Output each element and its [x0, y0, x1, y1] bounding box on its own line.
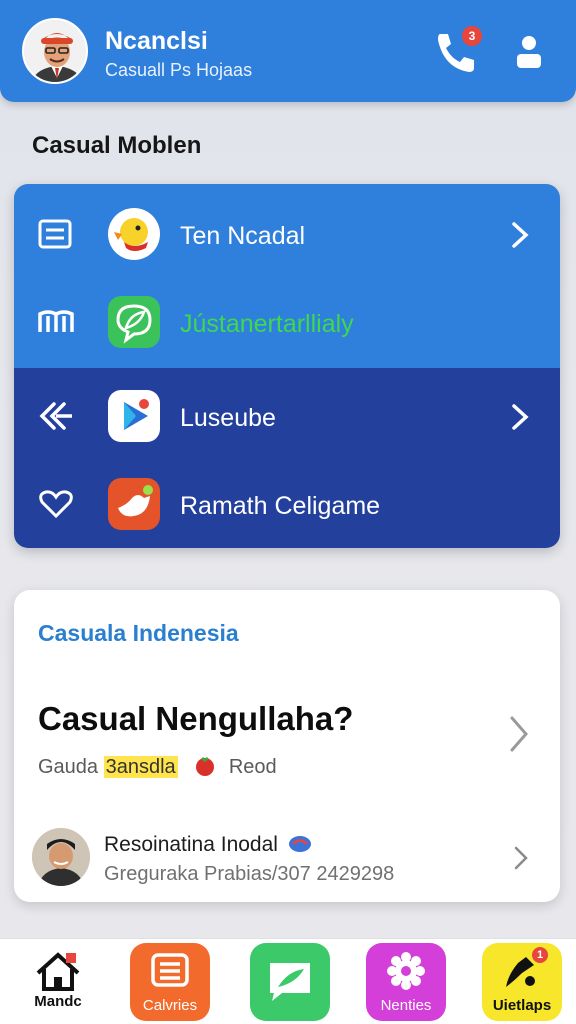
section-title: Casual Moblen	[32, 132, 202, 159]
tag-plain: Gauda	[38, 756, 99, 778]
nav-item-uietlaps[interactable]: 1 Uietlaps	[482, 943, 562, 1021]
nav-item-chat[interactable]	[250, 943, 330, 1021]
profile-button[interactable]	[512, 32, 546, 72]
menu-item-luseube[interactable]: Luseube	[14, 370, 560, 460]
heart-icon	[39, 490, 73, 519]
tag-end: Reod	[228, 756, 277, 778]
bottom-nav: Mandc Calvries Nenties 1 Uietlaps	[0, 938, 576, 1024]
menu-item-label: Ramath Celigame	[180, 492, 381, 520]
tag-highlight: 3ansdla	[103, 756, 178, 778]
list-icon	[38, 219, 72, 249]
nav-label: Calvries	[142, 997, 198, 1014]
menu-item-label: Luseube	[180, 404, 276, 432]
nav-item-nenties[interactable]: Nenties	[366, 943, 446, 1021]
menu-item-label: Ten Ncadal	[180, 222, 306, 250]
play-icon	[108, 390, 160, 442]
tomato-icon	[196, 757, 215, 776]
chevron-right-icon[interactable]	[506, 714, 532, 754]
home-icon	[36, 952, 80, 991]
info-question[interactable]: Casual Nengullaha?	[38, 700, 353, 738]
info-subtitle: Casuala Indenesia	[38, 620, 239, 646]
contact-avatar[interactable]	[32, 828, 90, 886]
contact-detail: Greguraka Prabias/307 2429298	[104, 863, 395, 885]
person-icon	[517, 36, 541, 68]
bird-icon	[108, 478, 160, 530]
user-avatar[interactable]	[22, 18, 88, 84]
info-card: Casuala Indenesia Casual Nengullaha? Gau…	[14, 590, 560, 902]
menu-item-label: Jústanertarllialy	[180, 310, 354, 338]
contact-name-text: Resoinatina Inodal	[104, 833, 278, 856]
nav-badge: 1	[532, 947, 548, 963]
menu-item-ten-ncadal[interactable]: Ten Ncadal	[14, 188, 560, 278]
menu-item-ramath-celigame[interactable]: Ramath Celigame	[14, 458, 560, 548]
info-tags: Gauda 3ansdla Reod	[38, 753, 277, 779]
header-subtitle: Casuall Ps Hojaas	[105, 60, 253, 80]
notification-badge: 3	[462, 26, 482, 46]
nav-label: Mandc	[34, 993, 82, 1010]
nav-item-calvries[interactable]: Calvries	[130, 943, 210, 1021]
back-arrows-icon	[39, 402, 72, 430]
badge-icon	[288, 836, 311, 852]
chevron-right-icon[interactable]	[512, 844, 530, 872]
list-icon	[151, 953, 189, 987]
menu-card: Ten Ncadal Jústanertarllialy Luseube Ram…	[14, 184, 560, 548]
nav-label: Uietlaps	[492, 997, 552, 1014]
book-icon	[38, 310, 74, 332]
header-title: Ncanclsi	[105, 27, 208, 55]
chat-icon	[270, 963, 310, 1001]
app-header: Ncanclsi Casuall Ps Hojaas 3	[0, 0, 576, 102]
chat-leaf-icon	[108, 296, 160, 348]
chevron-right-icon	[512, 404, 529, 430]
duck-icon	[108, 208, 160, 260]
nav-item-home[interactable]: Mandc	[22, 943, 94, 1021]
menu-item-justanertarllialy[interactable]: Jústanertarllialy	[14, 276, 560, 366]
chevron-right-icon	[512, 222, 529, 248]
nav-label: Nenties	[380, 997, 432, 1014]
gear-icon	[387, 952, 425, 990]
contact-name: Resoinatina Inodal	[104, 833, 312, 857]
